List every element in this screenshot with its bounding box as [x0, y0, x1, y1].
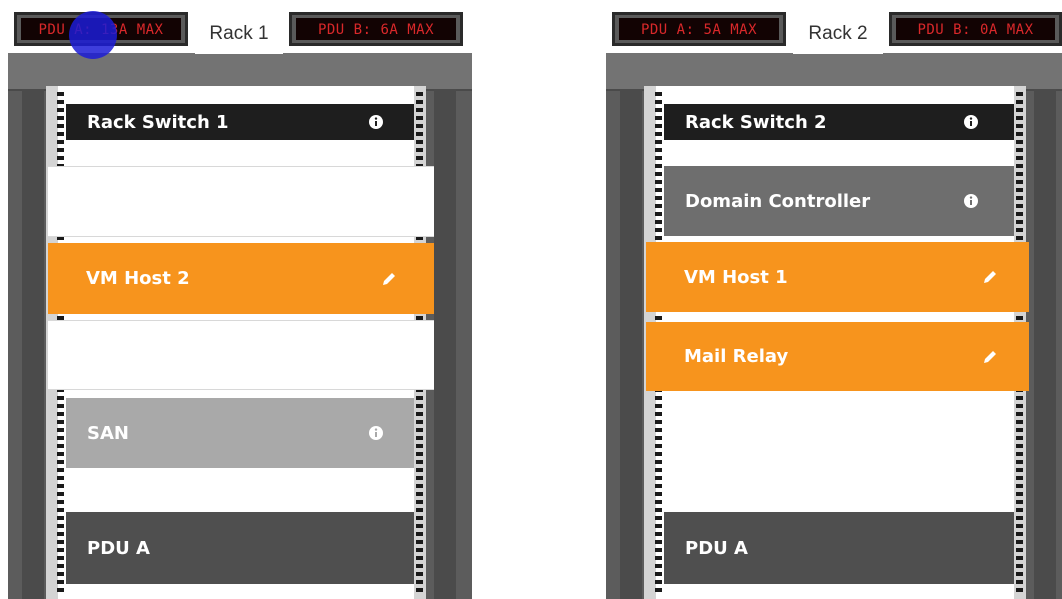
rack-2-pdu-b-tab[interactable]: PDU B: 0A MAX	[889, 12, 1062, 46]
rack-2-pdu-a-readout: PDU A: 5A MAX	[619, 18, 779, 40]
device-label: Rack Switch 1	[87, 111, 229, 133]
pencil-icon[interactable]	[981, 348, 999, 366]
cursor-highlight	[69, 11, 117, 59]
device-label: VM Host 1	[684, 266, 788, 288]
rack-switch-2[interactable]: Rack Switch 2	[664, 104, 1014, 140]
rack-1-pdu-b-readout: PDU B: 6A MAX	[296, 18, 456, 40]
pencil-icon[interactable]	[380, 270, 398, 288]
rack-2-left-rail	[620, 89, 642, 599]
rack-2-panel: PDU A: 5A MAX Rack 2 PDU B: 0A MAX Rack …	[606, 8, 1062, 599]
pdu-a-device[interactable]: PDU A	[664, 512, 1014, 584]
tab-rack-2[interactable]: Rack 2	[793, 8, 883, 54]
device-label: Domain Controller	[685, 190, 871, 212]
info-circle-icon[interactable]	[963, 114, 979, 130]
info-circle-icon[interactable]	[368, 114, 384, 130]
info-circle-icon[interactable]	[368, 425, 384, 441]
rack-2-right-rail	[1034, 89, 1056, 599]
rack-1-right-rail	[434, 89, 456, 599]
rack-2-pdu-b-readout: PDU B: 0A MAX	[896, 18, 1055, 40]
domain-controller[interactable]: Domain Controller	[664, 166, 1014, 236]
blank-rack-slot[interactable]	[48, 320, 434, 390]
device-label: VM Host 2	[86, 268, 190, 289]
vm-host-2[interactable]: VM Host 2	[48, 243, 434, 314]
device-label: Mail Relay	[684, 346, 789, 367]
pdu-a-device[interactable]: PDU A	[66, 512, 414, 584]
vm-host-1[interactable]: VM Host 1	[646, 242, 1029, 312]
rack-2-pdu-a-tab[interactable]: PDU A: 5A MAX	[612, 12, 786, 46]
info-circle-icon[interactable]	[963, 193, 979, 209]
rack-1-pdu-b-tab[interactable]: PDU B: 6A MAX	[289, 12, 463, 46]
rack-1-panel: PDU A: 13A MAX Rack 1 PDU B: 6A MAX Rack…	[8, 8, 472, 599]
rack-switch-1[interactable]: Rack Switch 1	[66, 104, 414, 140]
pencil-icon[interactable]	[981, 268, 999, 286]
device-label: PDU A	[87, 537, 150, 559]
rack-1-left-rail	[22, 89, 44, 599]
device-label: PDU A	[685, 537, 748, 559]
blank-rack-slot[interactable]	[48, 166, 434, 237]
tab-rack-1[interactable]: Rack 1	[195, 8, 283, 54]
san-device[interactable]: SAN	[66, 398, 414, 468]
device-label: SAN	[87, 422, 129, 444]
mail-relay[interactable]: Mail Relay	[646, 322, 1029, 391]
device-label: Rack Switch 2	[685, 111, 827, 133]
